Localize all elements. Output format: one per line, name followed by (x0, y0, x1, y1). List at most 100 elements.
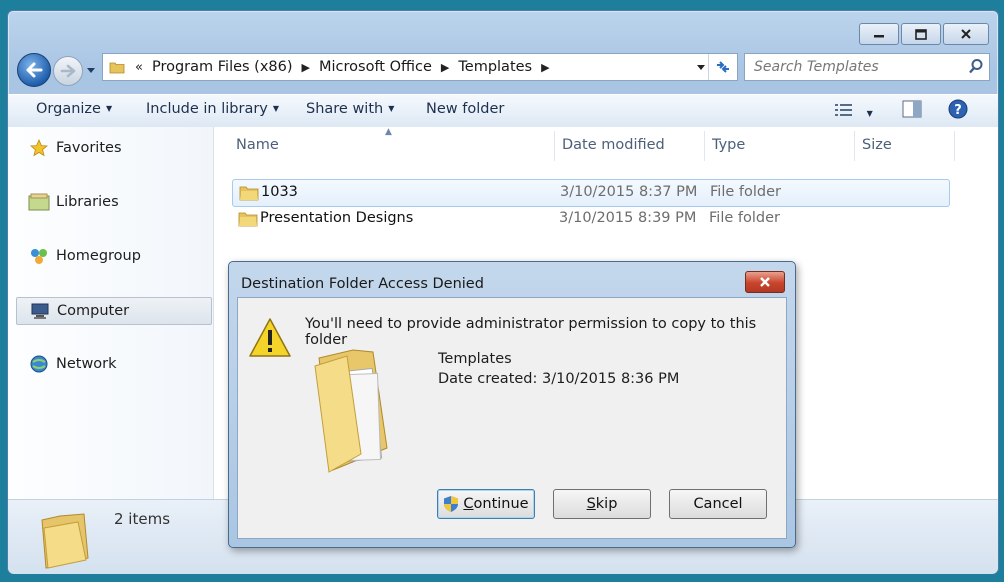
organize-button[interactable]: Organize ▼ (36, 101, 112, 117)
access-denied-dialog: Destination Folder Access Denied You'll … (228, 261, 796, 548)
folder-icon (238, 212, 258, 227)
close-icon (961, 29, 971, 39)
column-header-name[interactable]: Name (236, 137, 279, 153)
dialog-body: You'll need to provide administrator per… (237, 297, 787, 539)
help-button[interactable]: ? (948, 99, 968, 123)
continue-label: ontinue (473, 496, 529, 512)
column-header-date-modified[interactable]: Date modified (562, 137, 665, 153)
include-in-library-label: Include in library (146, 101, 268, 117)
nav-item-label: Computer (57, 303, 130, 319)
svg-text:?: ? (954, 103, 962, 118)
close-icon (760, 277, 770, 287)
folder-icon (109, 62, 125, 74)
breadcrumb-templates[interactable]: Templates (458, 59, 532, 75)
minimize-button[interactable] (859, 23, 899, 45)
file-date: 3/10/2015 8:37 PM (560, 184, 698, 200)
caption-buttons (857, 23, 989, 45)
column-divider[interactable] (704, 131, 705, 161)
breadcrumb-separator[interactable]: ▶ (302, 61, 310, 74)
skip-mnemonic: S (586, 496, 596, 512)
item-count: 2 items (114, 510, 171, 528)
nav-item-computer[interactable]: Computer (16, 297, 212, 325)
sort-ascending-icon: ▲ (385, 127, 392, 137)
column-header-type[interactable]: Type (712, 137, 745, 153)
refresh-icon (717, 61, 729, 73)
new-folder-button[interactable]: New folder (426, 101, 504, 117)
chevron-down-icon: ▼ (272, 104, 280, 113)
continue-button[interactable]: Continue (437, 489, 535, 519)
breadcrumb-program-files[interactable]: Program Files (x86) (152, 59, 293, 75)
help-icon: ? (948, 99, 968, 119)
back-button[interactable] (17, 53, 51, 87)
preview-pane-icon (902, 100, 922, 118)
homegroup-icon (28, 246, 50, 266)
cancel-label: Cancel (693, 496, 743, 512)
maximize-icon (915, 28, 927, 40)
view-options-button[interactable]: ▼ (834, 102, 873, 122)
history-dropdown-icon[interactable] (86, 65, 96, 75)
arrow-right-icon (60, 64, 76, 78)
include-in-library-button[interactable]: Include in library ▼ (146, 101, 279, 117)
navigation-bar: « Program Files (x86) ▶ Microsoft Office… (8, 53, 998, 87)
chevron-down-icon[interactable]: ▼ (867, 109, 873, 118)
column-divider[interactable] (954, 131, 955, 161)
nav-item-label: Network (56, 356, 117, 372)
preview-pane-button[interactable] (902, 100, 922, 122)
folder-icon (41, 513, 89, 569)
nav-item-label: Favorites (56, 140, 122, 156)
libraries-icon (28, 192, 50, 212)
search-icon[interactable] (968, 58, 984, 74)
search-box[interactable]: Search Templates (744, 53, 990, 81)
maximize-button[interactable] (901, 23, 941, 45)
breadcrumb-separator[interactable]: ▶ (441, 61, 449, 74)
organize-label: Organize (36, 101, 101, 117)
nav-item-homegroup[interactable]: Homegroup (16, 243, 210, 269)
nav-item-label: Libraries (56, 194, 119, 210)
folder-icon (314, 349, 388, 473)
command-bar: Organize ▼ Include in library ▼ Share with… (8, 94, 998, 128)
close-window-button[interactable] (943, 23, 989, 45)
computer-icon (29, 301, 51, 321)
file-row[interactable]: Presentation Designs 3/10/2015 8:39 PM F… (232, 206, 948, 232)
forward-button[interactable] (53, 56, 83, 86)
nav-item-favorites[interactable]: Favorites (16, 135, 210, 161)
column-header-size[interactable]: Size (862, 137, 892, 153)
view-list-icon (835, 104, 852, 116)
file-name: 1033 (261, 184, 298, 200)
chevron-down-icon: ▼ (388, 104, 395, 113)
continue-mnemonic: C (463, 496, 474, 512)
folder-icon (239, 186, 259, 201)
new-folder-label: New folder (426, 101, 505, 117)
breadcrumb-overflow[interactable]: « (135, 60, 143, 75)
refresh-button[interactable] (708, 54, 737, 80)
nav-item-network[interactable]: Network (16, 351, 210, 377)
column-divider[interactable] (854, 131, 855, 161)
star-icon (28, 138, 50, 158)
minimize-icon (874, 35, 884, 38)
breadcrumb-microsoft-office[interactable]: Microsoft Office (319, 59, 432, 75)
column-divider[interactable] (554, 131, 555, 161)
file-type: File folder (709, 210, 780, 226)
skip-button[interactable]: Skip (553, 489, 651, 519)
dialog-title: Destination Folder Access Denied (241, 276, 484, 292)
cancel-button[interactable]: Cancel (669, 489, 767, 519)
search-placeholder: Search Templates (754, 59, 879, 75)
folder-date-created: Date created: 3/10/2015 8:36 PM (438, 371, 680, 387)
share-with-button[interactable]: Share with ▼ (306, 101, 394, 117)
file-type: File folder (710, 184, 781, 200)
uac-shield-icon (444, 496, 459, 512)
file-name: Presentation Designs (260, 210, 414, 226)
share-with-label: Share with (306, 101, 384, 117)
dialog-close-button[interactable] (745, 271, 785, 293)
breadcrumb-separator[interactable]: ▶ (541, 61, 549, 74)
navigation-pane: Favorites Libraries Homegroup Computer N… (8, 127, 214, 499)
folder-name: Templates (438, 351, 512, 367)
chevron-down-icon: ▼ (105, 104, 113, 113)
nav-item-libraries[interactable]: Libraries (16, 189, 210, 215)
address-dropdown-icon[interactable] (696, 62, 706, 72)
address-bar[interactable]: « Program Files (x86) ▶ Microsoft Office… (102, 53, 738, 81)
file-date: 3/10/2015 8:39 PM (559, 210, 697, 226)
dialog-message: You'll need to provide administrator per… (305, 316, 757, 348)
file-row[interactable]: 1033 3/10/2015 8:37 PM File folder (232, 179, 950, 207)
warning-icon (249, 318, 291, 357)
